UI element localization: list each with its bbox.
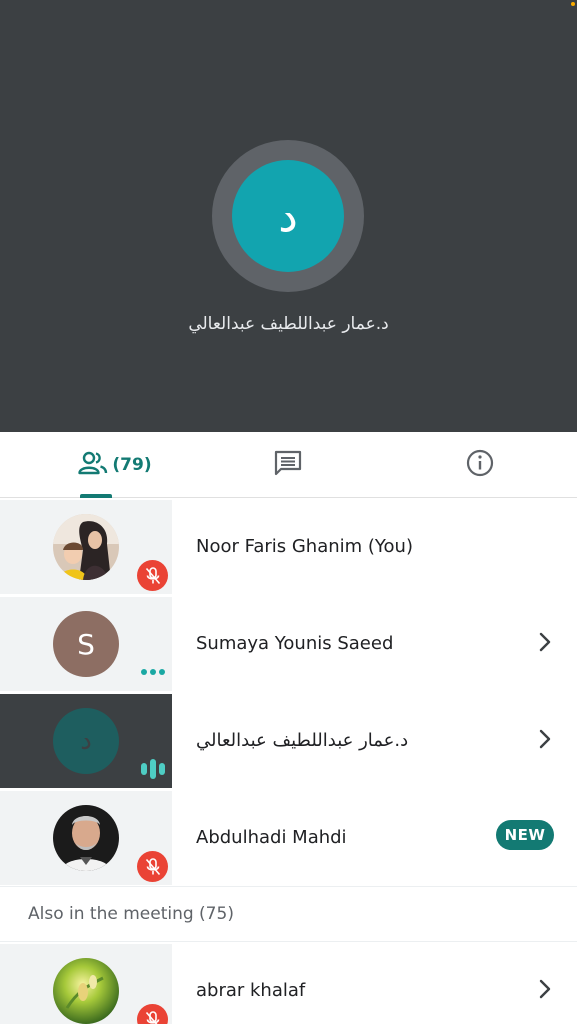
speaker-name: د.عمار عبداللطيف عبدالعالي: [188, 314, 389, 334]
participant-list: Noor Faris Ghanim (You) S Sumaya Younis …: [0, 498, 577, 1024]
people-count: (79): [112, 455, 152, 475]
avatar: S: [53, 611, 119, 677]
avatar: د: [53, 708, 119, 774]
avatar: [53, 805, 119, 871]
audio-level-icon: [138, 756, 168, 782]
avatar: [53, 514, 119, 580]
new-badge: NEW: [496, 820, 554, 850]
chevron-right-icon[interactable]: [534, 631, 556, 653]
tab-info[interactable]: [452, 432, 508, 498]
chevron-right-icon[interactable]: [534, 728, 556, 750]
panel-tabs: (79): [0, 432, 577, 498]
chevron-right-icon[interactable]: [534, 978, 556, 1000]
mic-off-icon: [137, 560, 168, 591]
participant-name: Noor Faris Ghanim (You): [196, 536, 413, 557]
main-speaker-stage[interactable]: د د.عمار عبداللطيف عبدالعالي: [0, 0, 577, 432]
tab-people[interactable]: (79): [60, 432, 170, 498]
participant-row[interactable]: abrar khalaf: [0, 942, 577, 1024]
participant-name: abrar khalaf: [196, 980, 306, 1001]
recording-indicator-dot: [571, 2, 575, 6]
tab-chat[interactable]: [258, 432, 318, 498]
avatar: [53, 958, 119, 1024]
speaker-avatar: د: [232, 160, 344, 272]
participant-row[interactable]: Noor Faris Ghanim (You): [0, 498, 577, 595]
also-in-meeting-header: Also in the meeting (75): [0, 886, 577, 942]
participant-name: د.عمار عبداللطيف عبدالعالي: [196, 730, 409, 751]
more-dots-icon: [139, 665, 167, 679]
people-icon: [78, 450, 108, 480]
participant-row[interactable]: د د.عمار عبداللطيف عبدالعالي: [0, 692, 577, 789]
participant-row[interactable]: S Sumaya Younis Saeed: [0, 595, 577, 692]
participant-name: Abdulhadi Mahdi: [196, 827, 347, 848]
participant-row[interactable]: Abdulhadi Mahdi NEW: [0, 789, 577, 886]
chat-icon: [273, 449, 303, 481]
mic-off-icon: [137, 851, 168, 882]
info-icon: [465, 448, 495, 482]
participant-name: Sumaya Younis Saeed: [196, 633, 394, 654]
